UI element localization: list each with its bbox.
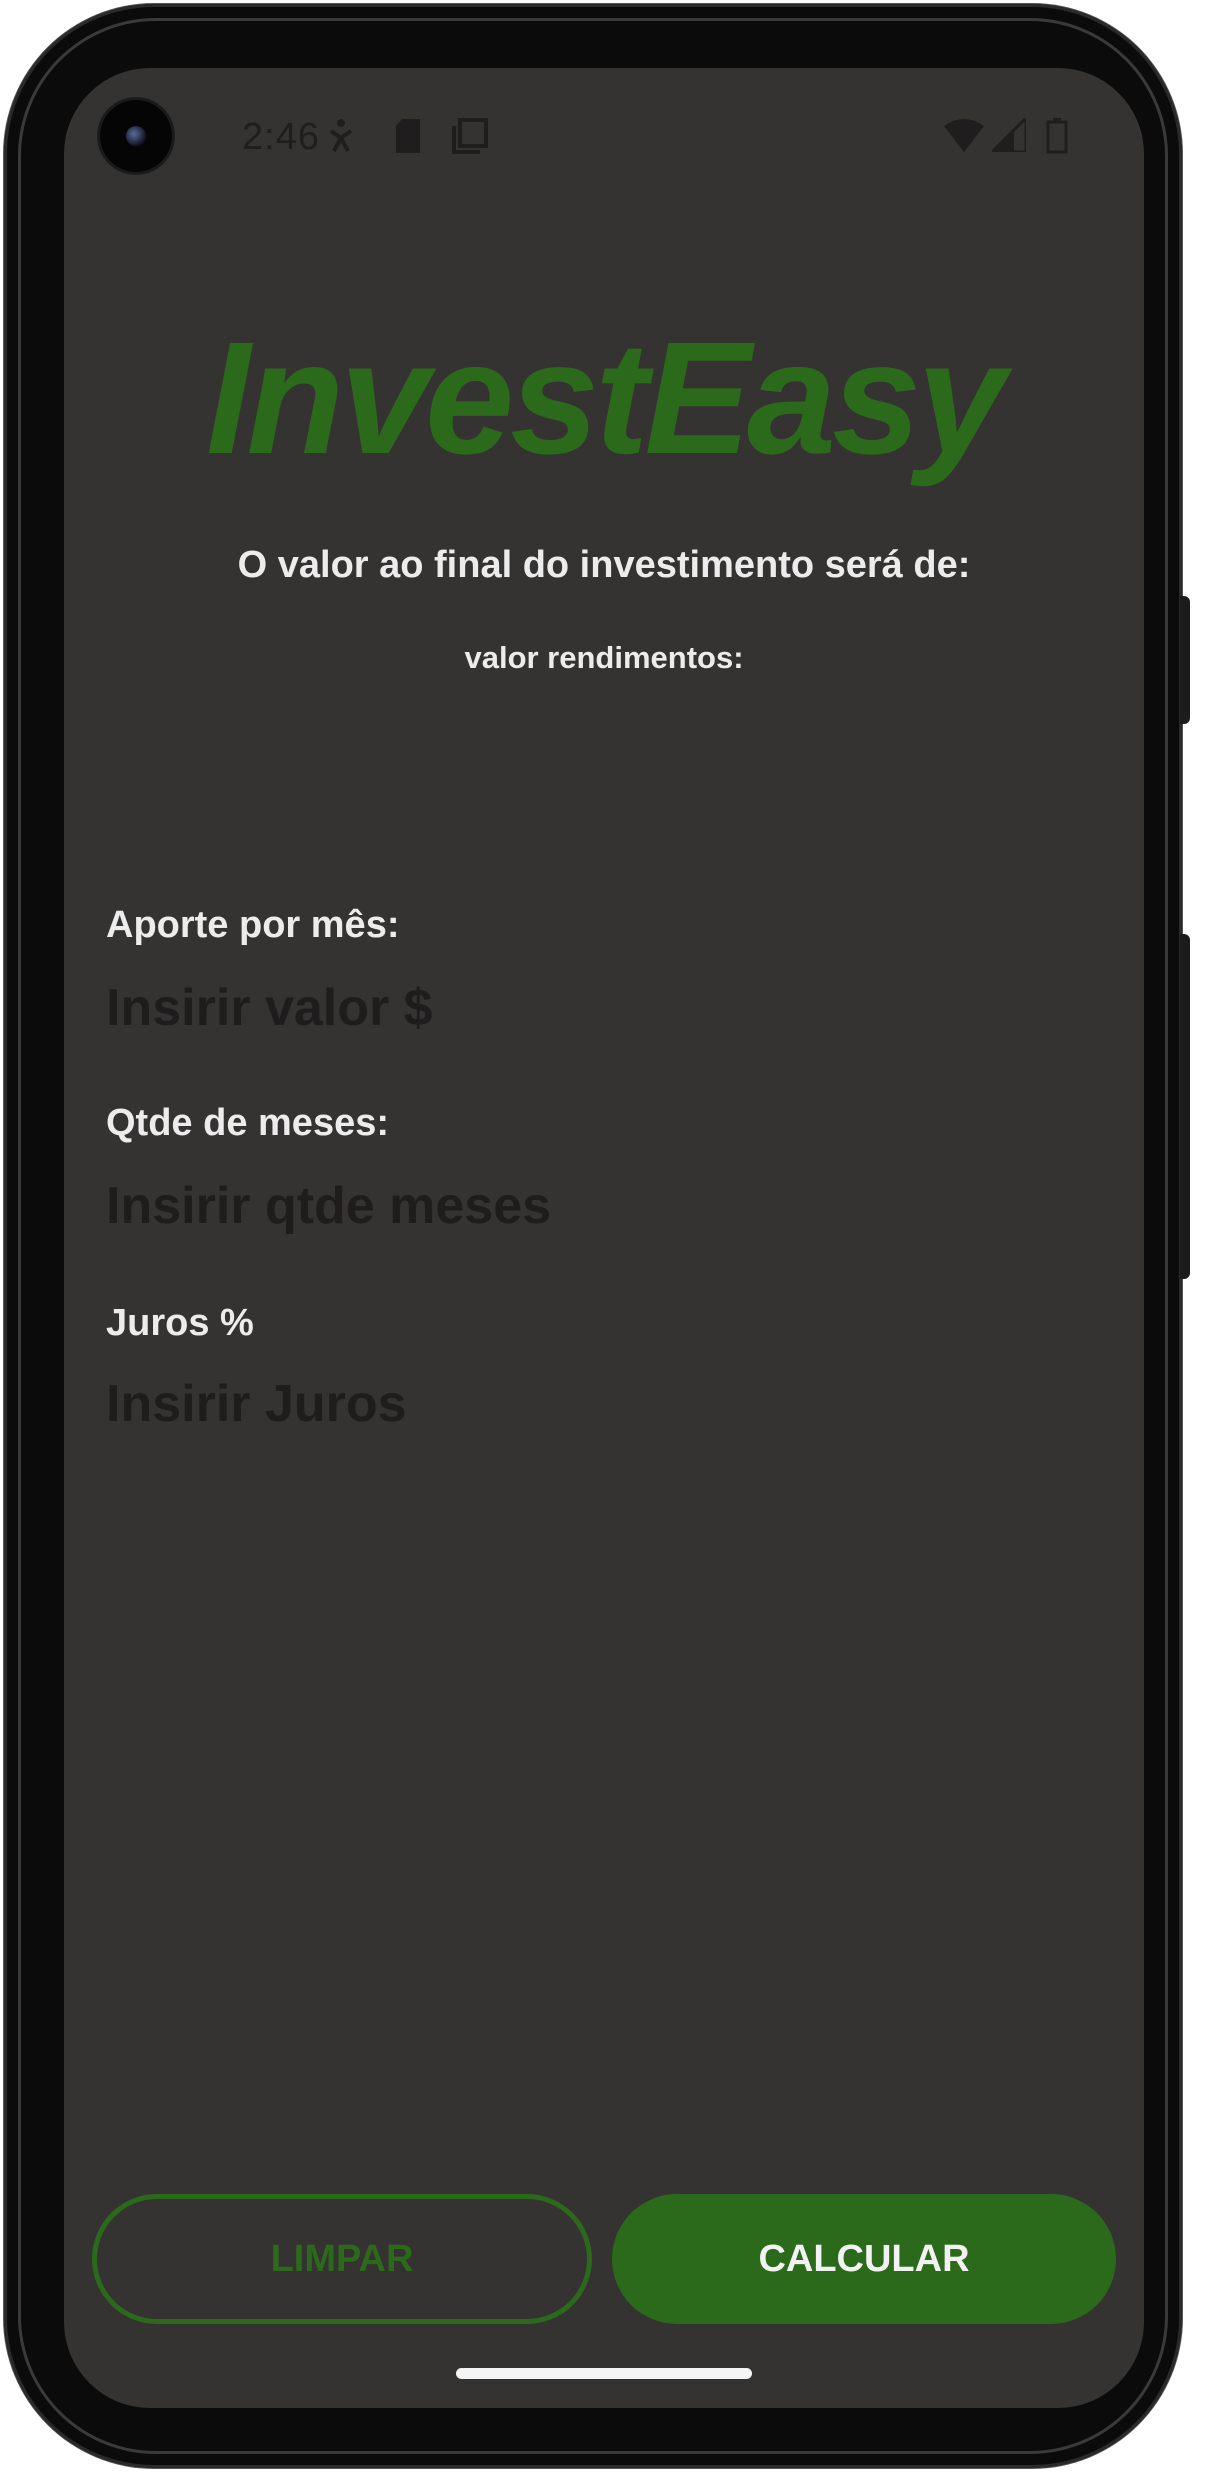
home-indicator[interactable]: [456, 2368, 752, 2379]
sd-card-icon: [394, 118, 422, 159]
status-time: 2:46: [242, 116, 320, 158]
calculate-button[interactable]: CALCULAR: [612, 2194, 1116, 2324]
final-value-label: O valor ao final do investimento será de…: [237, 544, 971, 586]
screenshot-icon: [452, 118, 488, 159]
accessibility-icon: [328, 118, 354, 159]
battery-icon: [1046, 118, 1068, 159]
months-count-label: Qtde de meses:: [106, 1102, 389, 1144]
cellular-signal-icon: [988, 114, 1028, 157]
wifi-icon: [944, 118, 984, 157]
interest-rate-label: Juros %: [106, 1302, 254, 1344]
app-title: InvestEasy: [205, 308, 1006, 487]
power-button: [1180, 596, 1190, 724]
monthly-contribution-label: Aporte por mês:: [106, 904, 400, 946]
clear-button[interactable]: LIMPAR: [92, 2194, 592, 2324]
app-screen: 2:46 InvestEasy O valor ao final do inve…: [64, 68, 1144, 2408]
interest-rate-input[interactable]: [106, 1364, 1086, 1444]
front-camera: [100, 100, 172, 172]
months-count-input[interactable]: [106, 1166, 1086, 1246]
phone-frame: 2:46 InvestEasy O valor ao final do inve…: [4, 4, 1190, 2468]
monthly-contribution-input[interactable]: [106, 968, 1086, 1048]
volume-button: [1180, 934, 1190, 1279]
yield-value-label: valor rendimentos:: [464, 640, 744, 675]
